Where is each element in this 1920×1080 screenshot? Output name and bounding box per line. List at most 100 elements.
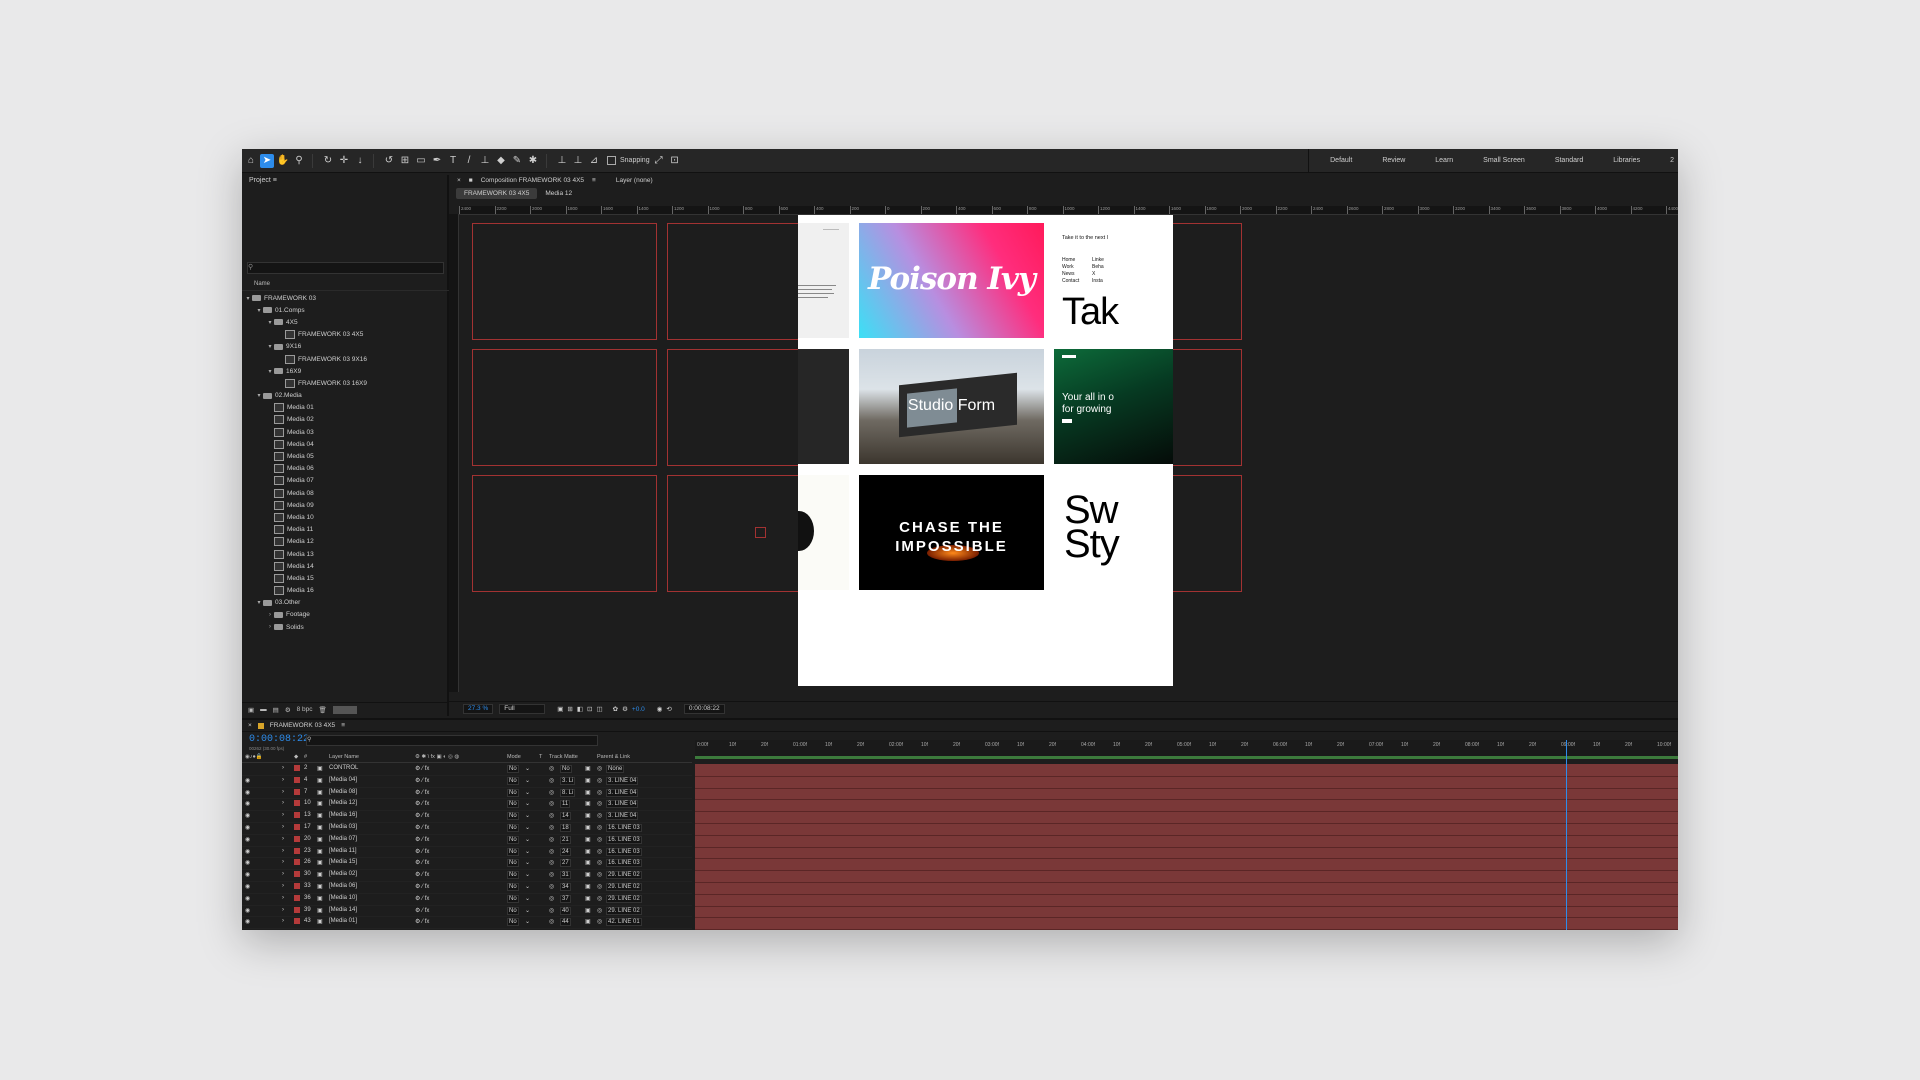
matte-toggle-icon[interactable]: ▣ (585, 765, 591, 772)
project-item[interactable]: Media 07 (242, 475, 447, 487)
layer-name[interactable]: [Media 11] (329, 848, 357, 854)
track-matte-select[interactable]: 37 (560, 894, 571, 903)
chevron-down-icon[interactable]: ▾ (266, 319, 274, 326)
switches-icons[interactable]: ⚙ ⁄ fx (415, 907, 429, 914)
eraser-tool-icon[interactable]: ◆ (494, 154, 508, 168)
switches-icons[interactable]: ⚙ ⁄ fx (415, 871, 429, 878)
mode-header[interactable]: Mode (507, 754, 521, 760)
anchor-point-icon[interactable]: ⊞ (398, 154, 412, 168)
parent-select[interactable]: None (606, 765, 625, 773)
pen-tool-icon[interactable]: ✒ (430, 154, 444, 168)
workspace-review[interactable]: Review (1382, 157, 1405, 164)
project-item[interactable]: Media 08 (242, 487, 447, 499)
switches-icons[interactable]: ⚙ ⁄ fx (415, 848, 429, 855)
mode-select[interactable]: No (507, 871, 519, 880)
label-color[interactable] (294, 765, 300, 771)
switches-icons[interactable]: ⚙ ⁄ fx (415, 859, 429, 866)
roto-brush-icon[interactable]: ✎ (510, 154, 524, 168)
puppet-pin-icon[interactable]: ✱ (526, 154, 540, 168)
matte-toggle-icon[interactable]: ▣ (585, 824, 591, 831)
work-area-bar[interactable] (695, 756, 1678, 759)
chevron-down-icon[interactable]: ⌄ (525, 765, 530, 772)
orbit-camera-icon[interactable]: ↻ (321, 154, 335, 168)
parent-select[interactable]: 16. LINE 03 (606, 835, 642, 844)
region-of-interest-icon[interactable]: ▣ (557, 705, 563, 713)
eye-icon[interactable]: ◉ (245, 859, 250, 866)
label-color[interactable] (294, 918, 300, 925)
hand-tool-icon[interactable]: ✋ (276, 154, 290, 168)
mode-select[interactable]: No (507, 835, 519, 844)
chevron-down-icon[interactable]: ⌄ (525, 895, 530, 902)
track-matte-header[interactable]: Track Matte (549, 754, 578, 760)
mode-select[interactable]: No (507, 776, 519, 785)
chevron-right-icon[interactable]: › (266, 612, 274, 618)
eye-icon[interactable]: ◉ (245, 895, 250, 902)
layer-row[interactable]: ◉ › 23 ▣ [Media 11] ⚙ ⁄ fx No ⌄ ◎ 24 ▣ ◎ 16. LINE 03 (242, 847, 692, 859)
project-item[interactable]: FRAMEWORK 03 9X16 (242, 353, 447, 365)
camera-snapshot-icon[interactable]: ◉ (657, 705, 663, 713)
layer-row[interactable]: ◉ › 10 ▣ [Media 12] ⚙ ⁄ fx No ⌄ ◎ 11 ▣ ◎ 3. LINE 04 (242, 799, 692, 812)
workspace-standard[interactable]: Standard (1555, 157, 1583, 164)
parent-select[interactable]: 29. LINE 02 (606, 882, 642, 891)
track-matte-select[interactable]: 14 (560, 812, 571, 821)
switches-icons[interactable]: ⚙ ⁄ fx (415, 883, 429, 890)
pickwhip-icon[interactable]: ◎ (597, 824, 602, 831)
project-item[interactable]: Media 09 (242, 499, 447, 511)
label-color[interactable] (294, 800, 300, 807)
expand-chevron-icon[interactable]: › (282, 824, 284, 830)
exposure-icon[interactable]: ⚙ (622, 705, 628, 713)
chevron-down-icon[interactable]: ▾ (266, 343, 274, 350)
label-icon[interactable]: ◆ (294, 754, 298, 760)
switches-icons[interactable]: ⚙ ⁄ fx (415, 895, 429, 902)
track-matte-select[interactable]: 31 (560, 871, 571, 880)
mode-select[interactable]: No (507, 882, 519, 891)
matte-icon[interactable]: ◎ (549, 895, 554, 902)
snap-options-icon[interactable]: ⤢ (652, 154, 666, 168)
label-color[interactable] (294, 894, 300, 901)
layer-name-header[interactable]: Layer Name (329, 754, 359, 760)
mode-select[interactable]: No (507, 800, 519, 809)
layer-name[interactable]: [Media 07] (329, 836, 357, 842)
home-icon[interactable]: ⌂ (244, 154, 258, 168)
workspace-libraries[interactable]: Libraries (1613, 157, 1640, 164)
pickwhip-icon[interactable]: ◎ (597, 812, 602, 819)
track-matte-select[interactable]: 40 (560, 906, 571, 915)
layer-row[interactable]: ◉ › 4 ▣ [Media 04] ⚙ ⁄ fx No ⌄ ◎ 3. Li ▣ ◎ 3. LINE 0… (242, 776, 692, 788)
close-icon[interactable]: × (457, 177, 461, 184)
new-folder-icon[interactable]: ▬ (260, 706, 267, 713)
matte-toggle-icon[interactable]: ▣ (585, 848, 591, 855)
matte-icon[interactable]: ◎ (549, 812, 554, 819)
switches-icons[interactable]: ⚙ ⁄ fx (415, 800, 429, 807)
lock-icon[interactable]: ■ (469, 177, 473, 184)
eye-icon[interactable]: ◉ (245, 918, 250, 925)
pan-camera-icon[interactable]: ✛ (337, 154, 351, 168)
chevron-down-icon[interactable]: ⌄ (525, 859, 530, 866)
layer-row[interactable]: ◉ › 43 ▣ [Media 01] ⚙ ⁄ fx No ⌄ ◎ 44 ▣ ◎ 42. LINE 01 (242, 917, 692, 930)
pickwhip-icon[interactable]: ◎ (597, 848, 602, 855)
layer-name[interactable]: CONTROL (329, 765, 358, 771)
project-item[interactable]: Media 05 (242, 450, 447, 462)
chevron-down-icon[interactable]: ⌄ (525, 871, 530, 878)
chevron-down-icon[interactable]: ⌄ (525, 836, 530, 843)
label-color[interactable] (294, 906, 300, 913)
matte-icon[interactable]: ◎ (549, 859, 554, 866)
pickwhip-icon[interactable]: ◎ (597, 918, 602, 925)
mode-select[interactable]: No (507, 918, 519, 927)
parent-select[interactable]: 29. LINE 02 (606, 871, 642, 880)
matte-toggle-icon[interactable]: ▣ (585, 800, 591, 807)
panel-menu-icon[interactable]: ≡ (592, 177, 596, 184)
pickwhip-icon[interactable]: ◎ (597, 800, 602, 807)
layer-row[interactable]: ◉ › 36 ▣ [Media 10] ⚙ ⁄ fx No ⌄ ◎ 37 ▣ ◎ 29. LINE 02 (242, 894, 692, 906)
expand-chevron-icon[interactable]: › (282, 765, 284, 771)
layer-row[interactable]: ◉ › 30 ▣ [Media 02] ⚙ ⁄ fx No ⌄ ◎ 31 ▣ ◎ 29. LINE 02 (242, 870, 692, 882)
expand-chevron-icon[interactable]: › (282, 836, 284, 842)
matte-icon[interactable]: ◎ (549, 918, 554, 925)
chevron-down-icon[interactable]: ⌄ (525, 800, 530, 807)
mode-select[interactable]: No (507, 847, 519, 856)
panel-menu-icon[interactable]: ≡ (341, 722, 345, 729)
guides-icon[interactable]: ⊡ (587, 705, 592, 713)
project-item[interactable]: Media 01 (242, 402, 447, 414)
project-item[interactable]: Media 13 (242, 548, 447, 560)
label-color[interactable] (294, 882, 300, 889)
mode-select[interactable]: No (507, 765, 519, 773)
